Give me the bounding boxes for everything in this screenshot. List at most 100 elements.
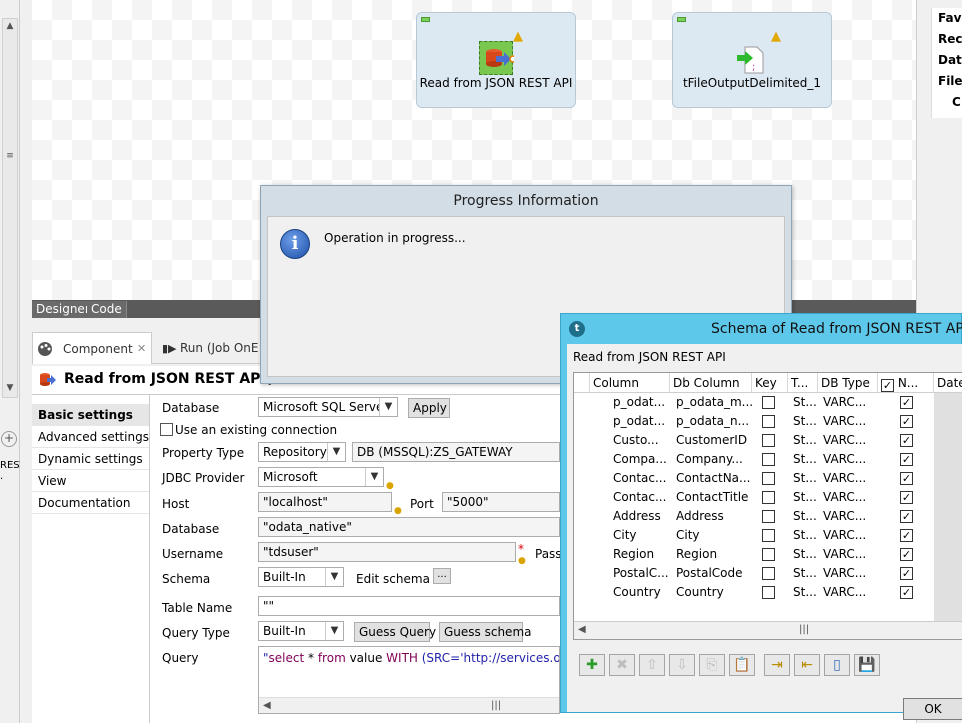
cell-db-column[interactable]: ContactNa... [673, 469, 753, 488]
cell-db-type[interactable]: VARC... [820, 469, 878, 488]
nullable-checkbox[interactable]: ✓ [900, 548, 913, 561]
cell-column[interactable]: Custo... [610, 431, 670, 450]
add-row-icon[interactable]: ✚ [579, 654, 605, 676]
cell-column[interactable]: PostalC... [610, 564, 670, 583]
username-input[interactable]: "tdsuser" [258, 542, 516, 562]
cell-type[interactable]: St... [790, 526, 818, 545]
cell-column[interactable]: City [610, 526, 670, 545]
cell-db-type[interactable]: VARC... [820, 507, 878, 526]
table-name-input[interactable]: "" [258, 596, 560, 616]
import-schema-icon[interactable]: ⇥ [764, 654, 790, 676]
cell-db-type[interactable]: VARC... [820, 450, 878, 469]
cell-db-type[interactable]: VARC... [820, 488, 878, 507]
cell-db-column[interactable]: p_odata_m... [673, 393, 753, 412]
cell-db-type[interactable]: VARC... [820, 393, 878, 412]
nullable-checkbox[interactable]: ✓ [900, 529, 913, 542]
cell-db-column[interactable]: Region [673, 545, 753, 564]
close-icon[interactable]: ✕ [137, 342, 146, 355]
key-checkbox[interactable] [762, 586, 775, 599]
cell-db-column[interactable]: Country [673, 583, 753, 602]
cell-type[interactable]: St... [790, 393, 818, 412]
key-checkbox[interactable] [762, 548, 775, 561]
use-existing-checkbox[interactable] [160, 423, 173, 436]
cell-type[interactable]: St... [790, 583, 818, 602]
host-input[interactable]: "localhost" [258, 492, 392, 512]
key-checkbox[interactable] [762, 510, 775, 523]
nullable-checkbox[interactable]: ✓ [900, 586, 913, 599]
scroll-down-icon[interactable]: ▼ [3, 381, 17, 395]
move-up-icon[interactable]: ⇧ [639, 654, 665, 676]
select-all-checkbox[interactable]: ✓ [881, 379, 894, 392]
tab-component[interactable]: Component ✕ [32, 332, 152, 364]
table-row[interactable]: CityCitySt...VARC...✓ [574, 526, 962, 545]
port-input[interactable]: "5000" [442, 492, 560, 512]
table-row[interactable]: RegionRegion St...VARC... ✓ [574, 545, 962, 564]
scroll-up-icon[interactable]: ▲ [3, 19, 17, 33]
cell-column[interactable]: p_odat... [610, 412, 670, 431]
col-header-db-type[interactable]: DB Type [818, 373, 878, 393]
palette-item-file[interactable]: File [932, 71, 962, 92]
palette-item-recent[interactable]: Rece [932, 29, 962, 50]
schema-table[interactable]: Column Db Column Key T... DB Type ✓ N...… [573, 372, 962, 640]
schema-select[interactable]: Built-In ▼ [258, 567, 344, 587]
vtab-dynamic-settings[interactable]: Dynamic settings [32, 448, 149, 470]
paste-icon[interactable]: 📋 [729, 654, 755, 676]
copy-icon[interactable]: ⎘ [699, 654, 725, 676]
table-row[interactable]: PostalC...PostalCodeSt...VARC...✓ [574, 564, 962, 583]
scroll-grip-icon[interactable]: ||| [491, 700, 501, 711]
col-header-db-column[interactable]: Db Column [670, 373, 752, 393]
cell-type[interactable]: St... [790, 469, 818, 488]
nullable-checkbox[interactable]: ✓ [900, 415, 913, 428]
cell-type[interactable]: St... [790, 545, 818, 564]
nullable-checkbox[interactable]: ✓ [900, 472, 913, 485]
key-checkbox[interactable] [762, 472, 775, 485]
cell-type[interactable]: St... [790, 412, 818, 431]
cell-db-column[interactable]: ContactTitle [673, 488, 753, 507]
cell-db-type[interactable]: VARC... [820, 412, 878, 431]
nullable-checkbox[interactable]: ✓ [900, 453, 913, 466]
edit-schema-button[interactable]: ... [433, 568, 451, 584]
repository-field[interactable]: DB (MSSQL):ZS_GATEWAY [352, 442, 560, 462]
key-checkbox[interactable] [762, 491, 775, 504]
scroll-left-icon[interactable]: ◀ [578, 624, 586, 635]
tab-run[interactable]: ▮▶Run (Job OnE [162, 341, 258, 355]
col-header-key[interactable]: Key [752, 373, 788, 393]
cell-db-type[interactable]: VARC... [820, 545, 878, 564]
nullable-checkbox[interactable]: ✓ [900, 396, 913, 409]
apply-button[interactable]: Apply [408, 398, 450, 418]
scroll-grip-icon[interactable]: ||| [799, 622, 809, 638]
nullable-checkbox[interactable]: ✓ [900, 491, 913, 504]
node-read-json-rest[interactable]: ▲ Read from JSON REST API [416, 12, 576, 108]
cell-db-type[interactable]: VARC... [820, 431, 878, 450]
guess-query-button[interactable]: Guess Query [354, 622, 430, 642]
cell-db-type[interactable]: VARC... [820, 583, 878, 602]
cell-type[interactable]: St... [790, 564, 818, 583]
table-row[interactable]: Custo...CustomerIDSt...VARC...✓ [574, 431, 962, 450]
palette-item-databases[interactable]: Data [932, 50, 962, 71]
cell-column[interactable]: Region [610, 545, 670, 564]
palette-item-favorites[interactable]: Favo [932, 8, 962, 29]
col-header-type[interactable]: T... [788, 373, 818, 393]
col-header-date[interactable]: Date [934, 373, 962, 393]
property-type-select[interactable]: Repository ▼ [258, 442, 346, 462]
schema-hscroll[interactable]: ◀ ||| [574, 621, 962, 639]
table-row[interactable]: Contac...ContactTitleSt...VARC...✓ [574, 488, 962, 507]
cell-type[interactable]: St... [790, 507, 818, 526]
col-header-nullable[interactable]: ✓ N... [878, 373, 934, 393]
vtab-documentation[interactable]: Documentation [32, 492, 149, 514]
cell-column[interactable]: p_odat... [610, 393, 670, 412]
cell-db-column[interactable]: PostalCode [673, 564, 753, 583]
guess-schema-button[interactable]: Guess schema [439, 622, 523, 642]
key-checkbox[interactable] [762, 567, 775, 580]
cell-type[interactable]: St... [790, 431, 818, 450]
jdbc-provider-select[interactable]: Microsoft ▼ [258, 467, 384, 487]
table-row[interactable]: Compa...Company...St...VARC...✓ [574, 450, 962, 469]
palette-item-sub[interactable]: C [932, 92, 962, 113]
scroll-grip-icon[interactable]: ≡ [3, 149, 17, 163]
cell-column[interactable]: Contac... [610, 469, 670, 488]
query-editor[interactable]: "select * from value WITH (SRC='http://s… [258, 646, 560, 714]
cell-column[interactable]: Compa... [610, 450, 670, 469]
cell-db-column[interactable]: p_odata_n... [673, 412, 753, 431]
nullable-checkbox[interactable]: ✓ [900, 510, 913, 523]
cell-db-column[interactable]: CustomerID [673, 431, 753, 450]
